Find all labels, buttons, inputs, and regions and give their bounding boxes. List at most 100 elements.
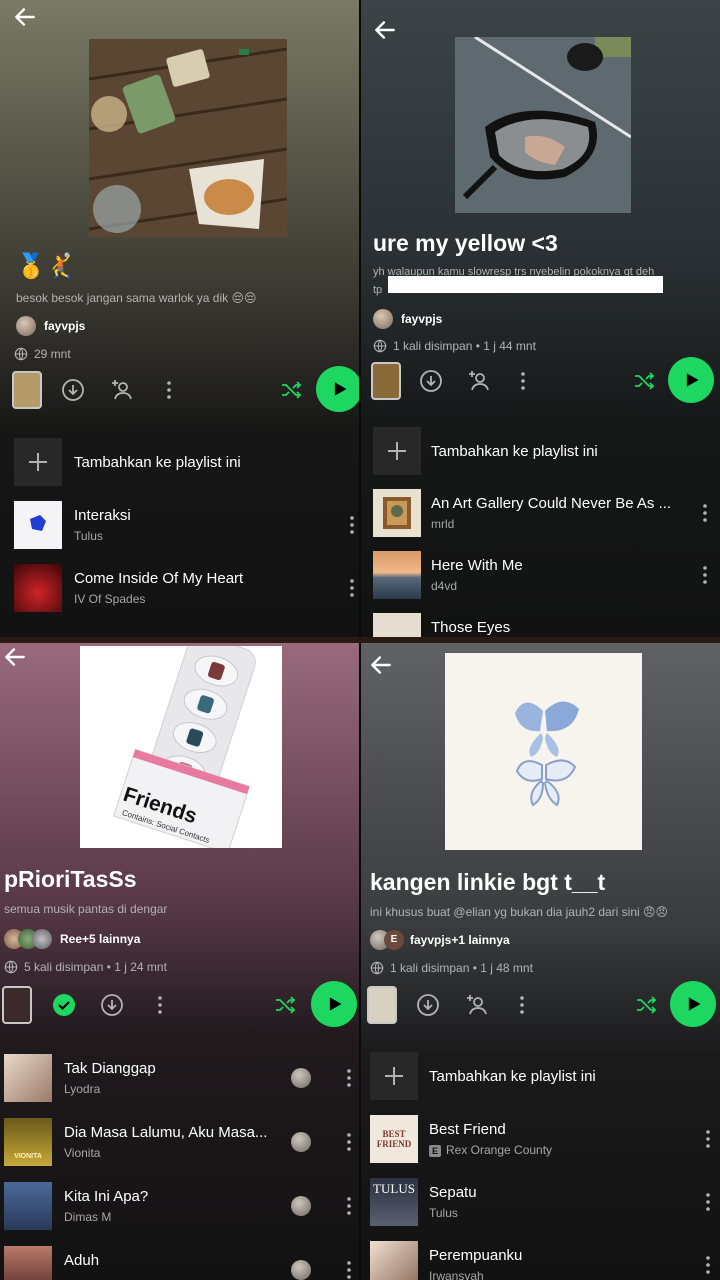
track-title: Aduh: [64, 1252, 100, 1269]
action-bar: [360, 980, 720, 1030]
track-more-icon[interactable]: [702, 1190, 714, 1214]
playlist-meta: 1 kali disimpan • 1 j 48 mnt: [370, 961, 533, 975]
saved-check-icon[interactable]: [51, 992, 77, 1018]
track-artist: Lyodra: [64, 1082, 101, 1096]
add-collaborator-icon[interactable]: [108, 377, 134, 403]
action-bar: [0, 365, 360, 415]
add-to-playlist-button[interactable]: [370, 1052, 418, 1100]
track-row[interactable]: Here With Me d4vd: [360, 547, 720, 603]
track-row[interactable]: Perempuanku Irwansyah: [360, 1237, 720, 1280]
back-arrow-icon[interactable]: [2, 644, 28, 670]
cover-thumbnail[interactable]: [2, 986, 32, 1024]
track-title: Perempuanku: [429, 1247, 523, 1264]
playlist-title: pRioriTasSs: [4, 866, 137, 892]
track-row[interactable]: Interaksi Tulus: [0, 497, 360, 553]
track-art: [373, 613, 421, 640]
add-to-playlist-button[interactable]: [14, 438, 62, 486]
cover-thumbnail[interactable]: [371, 362, 401, 400]
track-more-icon[interactable]: [699, 563, 711, 587]
more-options-icon[interactable]: [156, 377, 182, 403]
track-more-icon[interactable]: [699, 501, 711, 525]
owner-row[interactable]: fayvpjs: [16, 316, 85, 336]
back-arrow-icon[interactable]: [368, 652, 394, 678]
playlist-cover: [455, 37, 631, 213]
add-collaborator-icon[interactable]: [465, 368, 491, 394]
track-art: [14, 501, 62, 549]
playlist-title: ure my yellow <3: [373, 230, 558, 256]
smart-shuffle-icon[interactable]: [272, 992, 298, 1018]
add-to-playlist-label[interactable]: Tambahkan ke playlist ini: [431, 443, 598, 460]
track-title: Come Inside Of My Heart: [74, 570, 244, 587]
action-bar: [0, 980, 360, 1030]
smart-shuffle-icon[interactable]: [631, 368, 657, 394]
owner-initial-avatar: E: [384, 930, 404, 950]
track-artist: Irwansyah: [429, 1269, 484, 1280]
playlist-panel-4: kangen linkie bgt t__t ini khusus buat @…: [360, 640, 720, 1280]
explicit-badge: E: [429, 1145, 441, 1157]
download-icon[interactable]: [415, 992, 441, 1018]
track-art-text: VIONITA: [14, 1153, 42, 1160]
more-options-icon[interactable]: [147, 992, 173, 1018]
track-more-icon[interactable]: [702, 1253, 714, 1277]
track-art-text: BEST FRIEND: [376, 1129, 412, 1149]
track-art-text: TULUS: [373, 1181, 415, 1196]
track-more-icon[interactable]: [343, 1066, 355, 1090]
track-more-icon[interactable]: [702, 1127, 714, 1151]
track-artist: Tulus: [429, 1206, 458, 1220]
play-button[interactable]: [311, 981, 357, 1027]
track-row[interactable]: Kita Ini Apa? Dimas M: [0, 1178, 360, 1234]
cover-thumbnail[interactable]: [12, 371, 42, 409]
more-options-icon[interactable]: [509, 992, 535, 1018]
play-button[interactable]: [316, 366, 360, 412]
track-more-icon[interactable]: [343, 1194, 355, 1218]
track-title: Those Eyes: [431, 619, 511, 636]
globe-icon: [4, 960, 18, 974]
track-more-icon[interactable]: [346, 513, 358, 537]
track-artist: Dimas M: [64, 1210, 112, 1224]
play-button[interactable]: [670, 981, 716, 1027]
play-button[interactable]: [668, 357, 714, 403]
track-artist: d4vd: [431, 579, 458, 593]
track-row[interactable]: VIONITA Dia Masa Lalumu, Aku Masa... Vio…: [0, 1114, 360, 1170]
track-art: [4, 1182, 52, 1230]
track-title: Dia Masa Lalumu, Aku Masa...: [64, 1124, 268, 1141]
track-art: [14, 564, 62, 612]
add-collaborator-icon[interactable]: [463, 992, 489, 1018]
owner-row[interactable]: E fayvpjs+1 lainnya: [370, 930, 510, 950]
smart-shuffle-icon[interactable]: [278, 377, 304, 403]
track-row[interactable]: Aduh: [0, 1242, 360, 1280]
cover-thumbnail[interactable]: [367, 986, 397, 1024]
playlist-meta: 1 kali disimpan • 1 j 44 mnt: [373, 339, 536, 353]
download-icon[interactable]: [418, 368, 444, 394]
add-to-playlist-label[interactable]: Tambahkan ke playlist ini: [429, 1068, 596, 1085]
track-row[interactable]: Come Inside Of My Heart IV Of Spades: [0, 560, 360, 616]
more-options-icon[interactable]: [510, 368, 536, 394]
plus-icon: [388, 442, 406, 460]
add-to-playlist-label[interactable]: Tambahkan ke playlist ini: [74, 454, 241, 471]
track-title: Sepatu: [429, 1184, 477, 1201]
playlist-panel-3: Friends Contains: Social Contacts pRiori…: [0, 640, 360, 1280]
globe-icon: [370, 961, 384, 975]
track-row[interactable]: An Art Gallery Could Never Be As ... mrl…: [360, 485, 720, 541]
track-row[interactable]: Tak Dianggap Lyodra: [0, 1050, 360, 1106]
track-more-icon[interactable]: [343, 1258, 355, 1280]
back-arrow-icon[interactable]: [12, 4, 38, 30]
track-title: Interaksi: [74, 507, 131, 524]
track-row[interactable]: Those Eyes: [360, 609, 720, 640]
download-icon[interactable]: [60, 377, 86, 403]
owner-name: fayvpjs: [401, 312, 443, 326]
playlist-panel-2: ure my yellow <3 yh walaupun kamu slowre…: [360, 0, 720, 640]
download-icon[interactable]: [99, 992, 125, 1018]
back-arrow-icon[interactable]: [372, 17, 398, 43]
track-more-icon[interactable]: [343, 1130, 355, 1154]
add-to-playlist-button[interactable]: [373, 427, 421, 475]
owner-row[interactable]: fayvpjs: [373, 309, 442, 329]
smart-shuffle-icon[interactable]: [633, 992, 659, 1018]
added-by-avatar: [291, 1132, 311, 1152]
track-row[interactable]: TULUS Sepatu Tulus: [360, 1174, 720, 1230]
track-row[interactable]: BEST FRIEND Best Friend E Rex Orange Coun…: [360, 1111, 720, 1167]
playlist-description: ini khusus buat @elian yg bukan dia jauh…: [370, 905, 669, 919]
owner-row[interactable]: Ree+5 lainnya: [4, 929, 140, 949]
meta-text: 1 kali disimpan • 1 j 44 mnt: [393, 339, 536, 353]
track-more-icon[interactable]: [346, 576, 358, 600]
